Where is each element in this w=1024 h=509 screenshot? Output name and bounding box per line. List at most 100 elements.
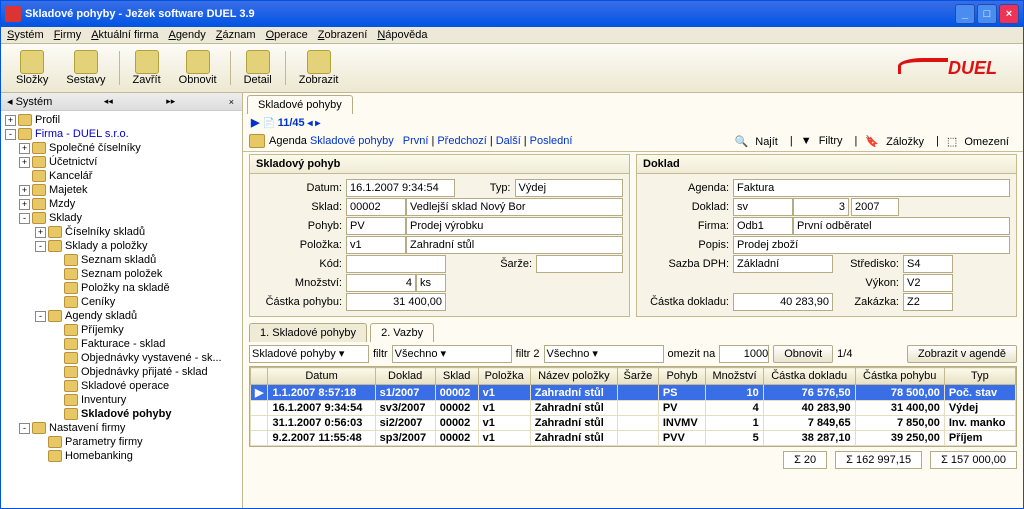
col-header[interactable]: Množství <box>706 368 763 385</box>
show-in-agenda-button[interactable]: Zobrazit v agendě <box>907 345 1017 363</box>
tree-item[interactable]: +Účetnictví <box>3 155 240 169</box>
typ-field[interactable]: Výdej <box>515 179 624 197</box>
col-header[interactable]: Název položky <box>530 368 617 385</box>
tree-item[interactable]: +Profil <box>3 113 240 127</box>
col-header[interactable]: Částka dokladu <box>763 368 855 385</box>
tbtn-zobrazit[interactable]: Zobrazit <box>290 47 348 89</box>
datum-field[interactable]: 16.1.2007 9:34:54 <box>346 179 455 197</box>
refresh-button[interactable]: Obnovit <box>773 345 833 363</box>
polozka-name[interactable]: Zahradní stůl <box>406 236 623 254</box>
castka-pohybu-field[interactable]: 31 400,00 <box>346 293 446 311</box>
col-header[interactable]: Částka pohybu <box>855 368 944 385</box>
find-button[interactable]: 🔍 Najít <box>730 135 785 148</box>
col-header[interactable]: Doklad <box>375 368 435 385</box>
tree-item[interactable]: -Agendy skladů <box>3 309 240 323</box>
tbtn-detail[interactable]: Detail <box>235 47 281 89</box>
tree-item[interactable]: Položky na skladě <box>3 281 240 295</box>
close-button[interactable]: × <box>999 4 1019 24</box>
nav-last[interactable]: Poslední <box>530 135 573 147</box>
table-row[interactable]: 16.1.2007 9:34:54sv3/200700002v1Zahradní… <box>251 401 1016 416</box>
nav-next[interactable]: Další <box>496 135 521 147</box>
mnozstvi-field[interactable]: 4 <box>346 274 416 292</box>
close-panel[interactable]: × <box>227 97 236 107</box>
tree-item[interactable]: Objednávky vystavené - sk... <box>3 351 240 365</box>
tbtn-obnovit[interactable]: Obnovit <box>170 47 226 89</box>
tbtn-zavřít[interactable]: Zavřít <box>124 47 170 89</box>
doklad-num[interactable]: 3 <box>793 198 849 216</box>
nav-prev[interactable]: Předchozí <box>437 135 487 147</box>
tree-item[interactable]: +Společné číselníky <box>3 141 240 155</box>
col-header[interactable]: Datum <box>268 368 375 385</box>
menu-agendy[interactable]: Agendy <box>168 29 205 41</box>
menu-operace[interactable]: Operace <box>266 29 308 41</box>
tree-item[interactable]: -Sklady a položky <box>3 239 240 253</box>
vykon-field[interactable]: V2 <box>903 274 953 292</box>
agenda-link[interactable]: Skladové pohyby <box>310 135 394 147</box>
stredisko-field[interactable]: S4 <box>903 255 953 273</box>
polozka-code[interactable]: v1 <box>346 236 406 254</box>
table-row[interactable]: 9.2.2007 11:55:48sp3/200700002v1Zahradní… <box>251 431 1016 446</box>
jednotka-field[interactable]: ks <box>416 274 446 292</box>
tree-item[interactable]: Kancelář <box>3 169 240 183</box>
zakazka-field[interactable]: Z2 <box>903 293 953 311</box>
bookmarks-button[interactable]: 🔖 Záložky <box>861 135 932 148</box>
col-header[interactable]: Položka <box>478 368 530 385</box>
dd-filter1[interactable]: Všechno ▾ <box>392 345 512 363</box>
subtab-1[interactable]: 1. Skladové pohyby <box>249 323 367 342</box>
col-header[interactable]: Šarže <box>617 368 658 385</box>
firma-name[interactable]: První odběratel <box>793 217 1010 235</box>
col-header[interactable]: Typ <box>944 368 1015 385</box>
limit-input[interactable] <box>719 345 769 363</box>
sazba-field[interactable]: Základní <box>733 255 833 273</box>
dd-filter2[interactable]: Všechno ▾ <box>544 345 664 363</box>
col-header[interactable]: Sklad <box>435 368 478 385</box>
tab-skladove-pohyby[interactable]: Skladové pohyby <box>247 95 353 114</box>
dd-agenda[interactable]: Skladové pohyby ▾ <box>249 345 369 363</box>
pohyb-code[interactable]: PV <box>346 217 406 235</box>
menu-systém[interactable]: Systém <box>7 29 44 41</box>
menu-nápověda[interactable]: Nápověda <box>377 29 427 41</box>
max-button[interactable]: □ <box>977 4 997 24</box>
sklad-code[interactable]: 00002 <box>346 198 406 216</box>
menu-záznam[interactable]: Záznam <box>216 29 256 41</box>
menu-zobrazení[interactable]: Zobrazení <box>318 29 368 41</box>
sarze-field[interactable] <box>536 255 623 273</box>
col-header[interactable]: Pohyb <box>658 368 705 385</box>
min-button[interactable]: _ <box>955 4 975 24</box>
tree-item[interactable]: Seznam položek <box>3 267 240 281</box>
tree-item[interactable]: Objednávky přijaté - sklad <box>3 365 240 379</box>
table-row[interactable]: 31.1.2007 0:56:03si2/200700002v1Zahradní… <box>251 416 1016 431</box>
tree-item[interactable]: Ceníky <box>3 295 240 309</box>
tree-item[interactable]: Fakturace - sklad <box>3 337 240 351</box>
tree-item[interactable]: -Nastavení firmy <box>3 421 240 435</box>
tree-item[interactable]: Homebanking <box>3 449 240 463</box>
subtab-2[interactable]: 2. Vazby <box>370 323 434 342</box>
tree-item[interactable]: +Majetek <box>3 183 240 197</box>
tbtn-složky[interactable]: Složky <box>7 47 57 89</box>
prev-btn[interactable]: ◂◂ <box>102 96 115 107</box>
tree-item[interactable]: +Číselníky skladů <box>3 225 240 239</box>
tree-item[interactable]: +Mzdy <box>3 197 240 211</box>
tree-item[interactable]: Seznam skladů <box>3 253 240 267</box>
limit-button[interactable]: ⬚ Omezení <box>943 135 1017 148</box>
tree-item[interactable]: Parametry firmy <box>3 435 240 449</box>
next-btn[interactable]: ▸▸ <box>164 96 177 107</box>
table-row[interactable]: ▶1.1.2007 8:57:18s1/200700002v1Zahradní … <box>251 385 1016 401</box>
popis-field[interactable]: Prodej zboží <box>733 236 1010 254</box>
firma-code[interactable]: Odb1 <box>733 217 793 235</box>
tree-item[interactable]: Příjemky <box>3 323 240 337</box>
doklad-year[interactable]: 2007 <box>851 198 899 216</box>
tree-item[interactable]: -Sklady <box>3 211 240 225</box>
menu-firmy[interactable]: Firmy <box>54 29 82 41</box>
tree-item[interactable]: -Firma - DUEL s.r.o. <box>3 127 240 141</box>
pohyb-name[interactable]: Prodej výrobku <box>406 217 623 235</box>
agenda-field[interactable]: Faktura <box>733 179 1010 197</box>
menu-aktuální firma[interactable]: Aktuální firma <box>91 29 158 41</box>
castka-dokladu-field[interactable]: 40 283,90 <box>733 293 833 311</box>
tree-item[interactable]: Skladové pohyby <box>3 407 240 421</box>
doklad-series[interactable]: sv <box>733 198 793 216</box>
kod-field[interactable] <box>346 255 446 273</box>
tbtn-sestavy[interactable]: Sestavy <box>57 47 114 89</box>
sklad-name[interactable]: Vedlejší sklad Nový Bor <box>406 198 623 216</box>
nav-first[interactable]: První <box>403 135 429 147</box>
